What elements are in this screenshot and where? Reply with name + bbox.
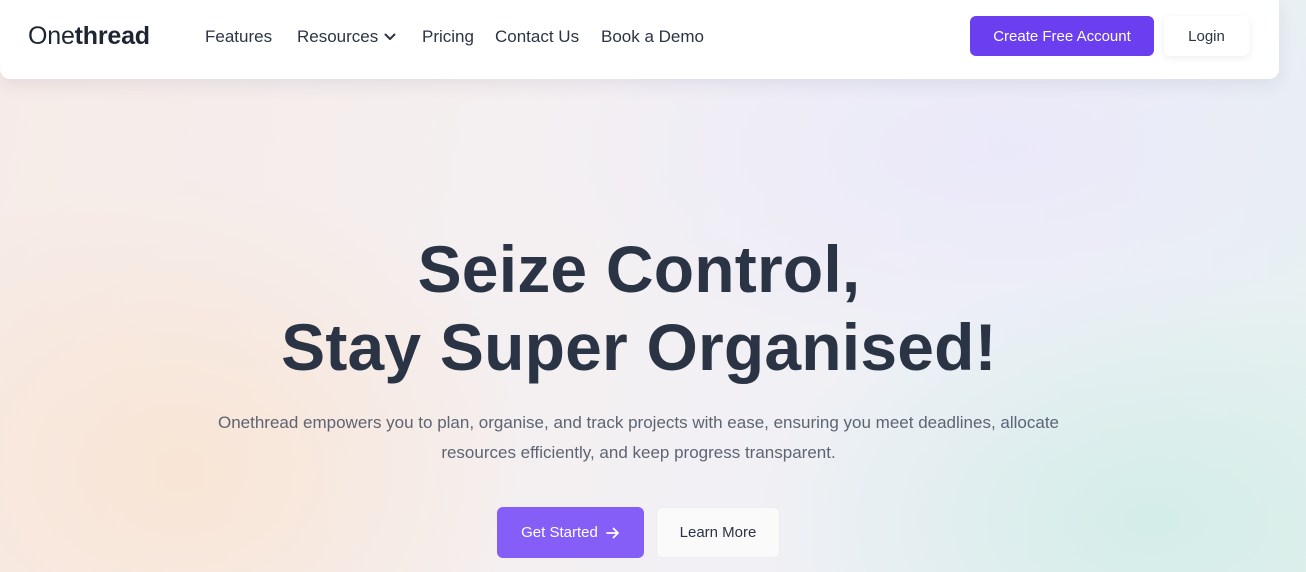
hero-title-line-2: Stay Super Organised! <box>281 310 997 384</box>
get-started-button[interactable]: Get Started <box>497 507 644 558</box>
nav-features-link[interactable]: Features <box>205 27 272 47</box>
login-button[interactable]: Login <box>1164 16 1249 56</box>
nav-contact-link[interactable]: Contact Us <box>495 27 579 47</box>
arrow-right-icon <box>605 527 619 538</box>
nav-book-demo-link[interactable]: Book a Demo <box>601 27 704 47</box>
learn-more-button[interactable]: Learn More <box>656 507 780 558</box>
get-started-label: Get Started <box>521 524 598 541</box>
logo-text-bold: thread <box>74 22 150 50</box>
onethread-logo[interactable]: Onethread <box>28 22 150 51</box>
hero-title-line-1: Seize Control, <box>417 232 861 306</box>
hero-title: Seize Control, Stay Super Organised! <box>0 230 1278 386</box>
nav-resources-dropdown[interactable]: Resources <box>297 27 396 47</box>
nav-resources-label: Resources <box>297 27 379 46</box>
hero-description: Onethread empowers you to plan, organise… <box>217 413 1060 462</box>
top-navbar: Onethread Features Resources Pricing Con… <box>0 0 1279 79</box>
chevron-down-icon <box>384 33 396 40</box>
create-free-account-button[interactable]: Create Free Account <box>970 16 1154 56</box>
logo-text-light: One <box>28 22 75 50</box>
nav-pricing-link[interactable]: Pricing <box>422 27 474 47</box>
